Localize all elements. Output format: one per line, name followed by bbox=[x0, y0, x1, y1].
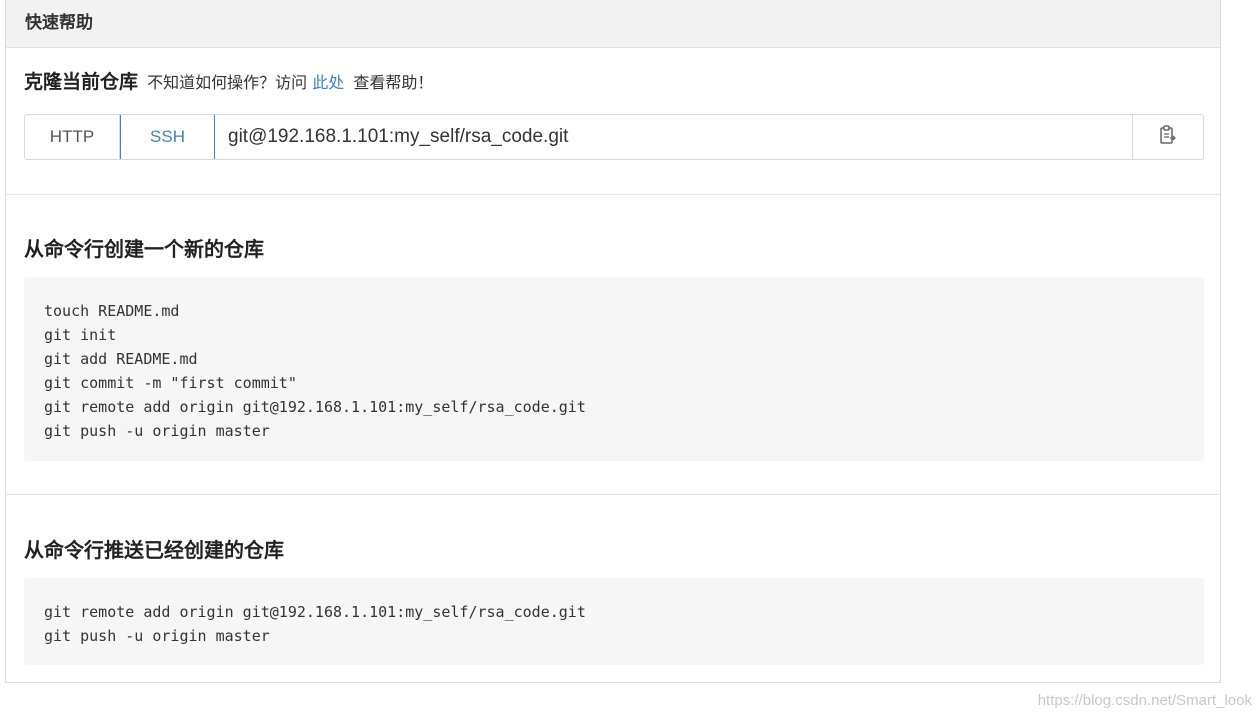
code-line: touch README.md bbox=[44, 302, 180, 320]
help-link[interactable]: 此处 bbox=[312, 73, 344, 92]
code-line: git push -u origin master bbox=[44, 627, 270, 645]
push-existing-code-block: git remote add origin git@192.168.1.101:… bbox=[24, 578, 1204, 665]
clipboard-icon bbox=[1159, 125, 1177, 149]
code-line: git remote add origin git@192.168.1.101:… bbox=[44, 398, 586, 416]
push-existing-title: 从命令行推送已经创建的仓库 bbox=[24, 538, 284, 562]
copy-button[interactable] bbox=[1132, 115, 1203, 159]
push-existing-section: 从命令行推送已经创建的仓库 git remote add origin git@… bbox=[6, 495, 1220, 683]
watermark: https://blog.csdn.net/Smart_look bbox=[1037, 692, 1252, 709]
new-repo-code-block: touch README.md git init git add README.… bbox=[24, 277, 1204, 461]
new-repo-title: 从命令行创建一个新的仓库 bbox=[24, 237, 264, 261]
clone-hint-prefix: 不知道如何操作？访问 bbox=[147, 73, 308, 92]
code-line: git add README.md bbox=[44, 350, 198, 368]
new-repo-section: 从命令行创建一个新的仓库 touch README.md git init gi… bbox=[6, 195, 1220, 495]
clone-title-row: 克隆当前仓库 不知道如何操作？访问 此处 查看帮助！ bbox=[24, 68, 433, 96]
code-line: git commit -m "first commit" bbox=[44, 374, 297, 392]
clone-url-bar: HTTP SSH bbox=[24, 114, 1204, 160]
code-line: git init bbox=[44, 326, 117, 344]
clone-hint-suffix: 查看帮助！ bbox=[353, 73, 434, 92]
quick-help-panel: 快速帮助 克隆当前仓库 不知道如何操作？访问 此处 查看帮助！ HTTP SSH bbox=[5, 0, 1221, 683]
clone-url-input[interactable] bbox=[215, 115, 1132, 159]
code-line: git push -u origin master bbox=[44, 422, 270, 440]
code-line: git remote add origin git@192.168.1.101:… bbox=[44, 603, 586, 621]
clone-section: 克隆当前仓库 不知道如何操作？访问 此处 查看帮助！ HTTP SSH bbox=[6, 48, 1220, 195]
panel-header: 快速帮助 bbox=[6, 0, 1220, 48]
http-button[interactable]: HTTP bbox=[25, 115, 120, 159]
clone-title: 克隆当前仓库 bbox=[24, 71, 139, 93]
ssh-button[interactable]: SSH bbox=[120, 115, 215, 159]
